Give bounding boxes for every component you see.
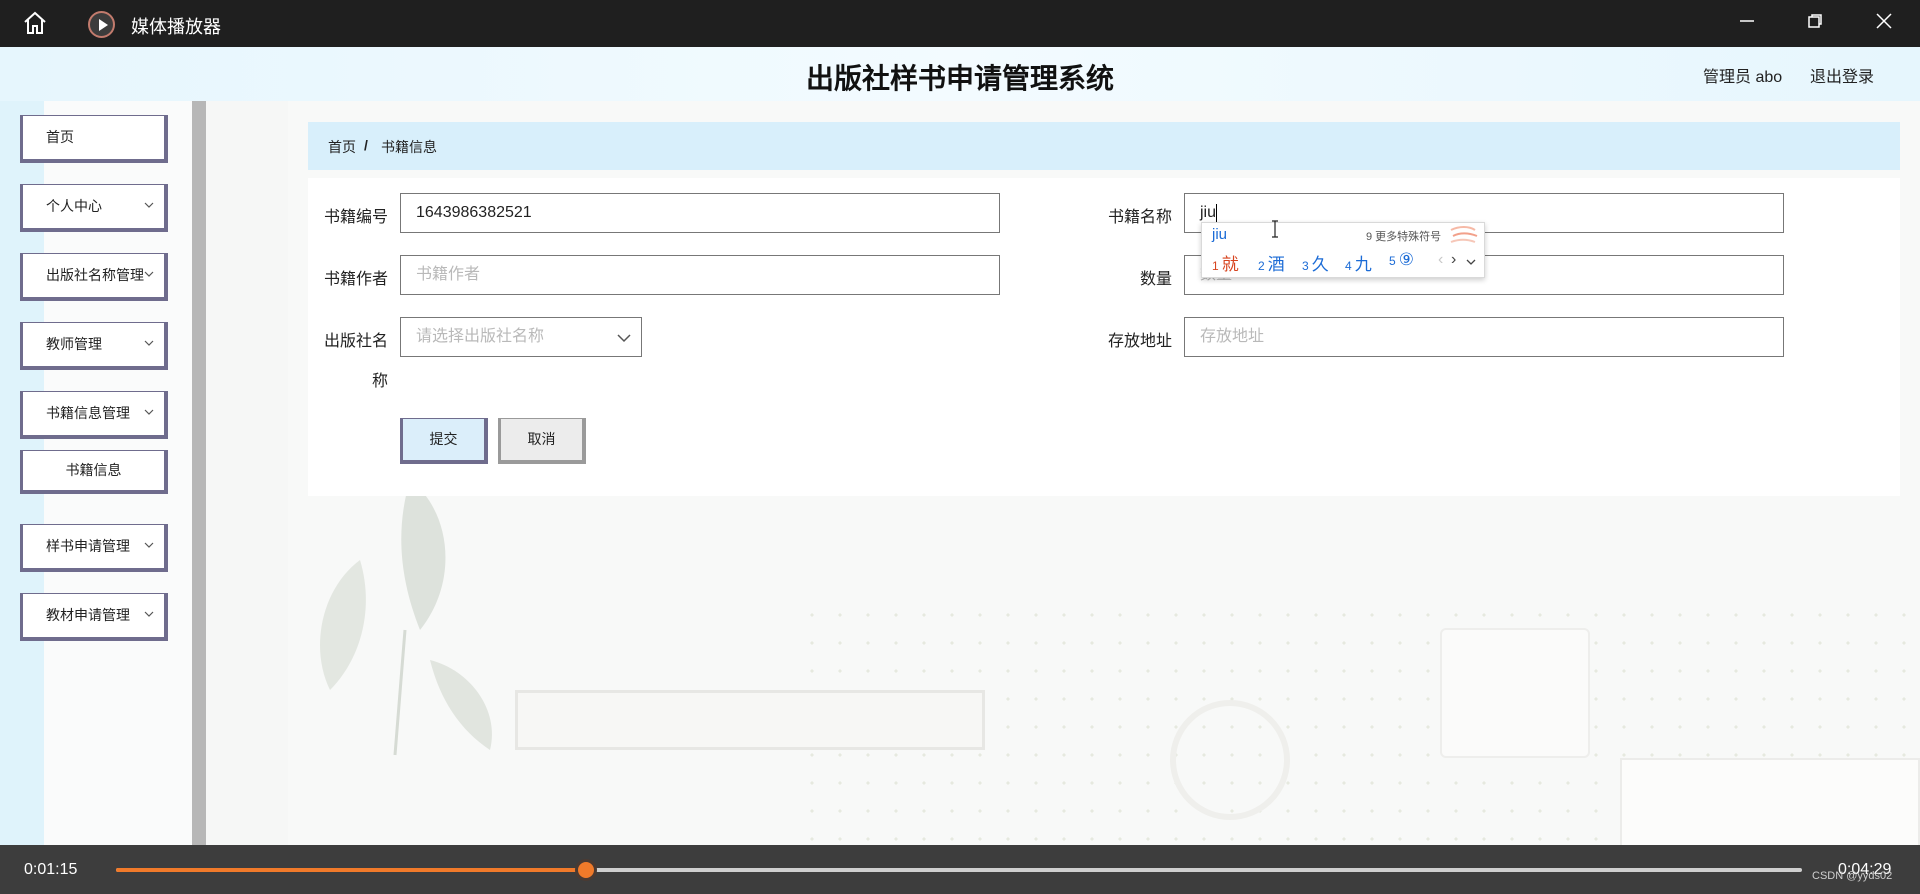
minimize-button[interactable] bbox=[1732, 8, 1762, 38]
sidebar-subitem-book-info[interactable]: 书籍信息 bbox=[20, 450, 168, 494]
seek-progress bbox=[116, 868, 587, 872]
sidebar-item-label: 教材申请管理 bbox=[46, 607, 130, 623]
ime-pinyin: jiu bbox=[1212, 226, 1228, 243]
sidebar-item-label: 出版社名称管理 bbox=[46, 267, 144, 283]
ime-skin-icon bbox=[1450, 226, 1478, 243]
ime-candidate[interactable]: 2酒 bbox=[1258, 250, 1285, 275]
sidebar-item-label: 教师管理 bbox=[46, 336, 102, 352]
close-button[interactable] bbox=[1869, 8, 1899, 38]
author-label: 书籍作者 bbox=[324, 271, 389, 288]
restore-button[interactable] bbox=[1800, 8, 1830, 38]
breadcrumb-separator: / bbox=[364, 137, 368, 153]
sidebar-item-publisher-management[interactable]: 出版社名称管理 bbox=[20, 253, 168, 301]
sidebar-item-label: 首页 bbox=[46, 129, 74, 145]
ime-candidate[interactable]: 4九 bbox=[1345, 250, 1372, 275]
seek-handle[interactable] bbox=[575, 859, 598, 881]
sidebar-item-textbook-request-management[interactable]: 教材申请管理 bbox=[20, 593, 168, 641]
chevron-down-icon bbox=[144, 542, 154, 548]
cancel-button[interactable]: 取消 bbox=[498, 418, 586, 464]
ime-expand-icon[interactable] bbox=[1466, 258, 1476, 266]
app-header: 出版社样书申请管理系统 管理员 abo 退出登录 bbox=[0, 47, 1920, 101]
publisher-select-placeholder: 请选择出版社名称 bbox=[416, 328, 545, 345]
sidebar-item-book-management[interactable]: 书籍信息管理 bbox=[20, 391, 168, 439]
admin-user: 管理员 abo bbox=[1703, 69, 1783, 86]
logout-link[interactable]: 退出登录 bbox=[1810, 63, 1874, 87]
chevron-down-icon bbox=[144, 202, 154, 208]
media-player-icon bbox=[88, 11, 115, 38]
quantity-label: 数量 bbox=[1140, 271, 1173, 288]
close-icon bbox=[1876, 13, 1892, 29]
table-decoration bbox=[515, 690, 985, 750]
minimize-icon bbox=[1740, 20, 1754, 22]
ime-candidate[interactable]: 3久 bbox=[1302, 250, 1329, 275]
chevron-down-icon bbox=[617, 334, 631, 343]
ime-next-icon[interactable]: › bbox=[1451, 251, 1456, 269]
author-input[interactable]: 书籍作者 bbox=[400, 255, 1000, 295]
publisher-select[interactable]: 请选择出版社名称 bbox=[400, 317, 642, 357]
breadcrumb-home[interactable]: 首页 bbox=[328, 137, 356, 157]
media-controls: 0:01:15 0:04:29 CSDN @yyds02 bbox=[0, 845, 1920, 894]
book-no-input[interactable]: 1643986382521 bbox=[400, 193, 1000, 233]
publisher-label-wrap: 称 bbox=[372, 373, 389, 390]
breadcrumb-current: 书籍信息 bbox=[381, 139, 437, 155]
restore-icon bbox=[1808, 14, 1822, 28]
ime-prev-icon[interactable]: ‹ bbox=[1438, 251, 1443, 269]
publisher-label: 出版社名 bbox=[324, 333, 389, 350]
chevron-down-icon bbox=[144, 271, 154, 277]
seek-bar[interactable] bbox=[116, 859, 1802, 881]
sidebar-item-sample-request-management[interactable]: 样书申请管理 bbox=[20, 524, 168, 572]
clock-decoration bbox=[1170, 700, 1290, 820]
breadcrumb: 首页 / 书籍信息 bbox=[308, 122, 1900, 170]
location-label: 存放地址 bbox=[1108, 333, 1173, 350]
sidebar-item-personal-center[interactable]: 个人中心 bbox=[20, 184, 168, 232]
chevron-down-icon bbox=[144, 409, 154, 415]
book-no-label: 书籍编号 bbox=[324, 209, 389, 226]
chevron-down-icon bbox=[144, 340, 154, 346]
sidebar-scrollbar[interactable] bbox=[192, 101, 206, 845]
text-cursor-icon bbox=[1272, 220, 1278, 238]
sidebar-item-label: 个人中心 bbox=[46, 198, 102, 214]
book-name-label: 书籍名称 bbox=[1108, 209, 1173, 226]
chevron-down-icon bbox=[144, 611, 154, 617]
sidebar-item-label: 书籍信息管理 bbox=[46, 405, 130, 421]
location-input[interactable]: 存放地址 bbox=[1184, 317, 1784, 357]
system-title: 出版社样书申请管理系统 bbox=[805, 63, 1114, 94]
vase-decoration bbox=[1440, 628, 1590, 758]
window-title: 媒体播放器 bbox=[131, 17, 221, 37]
ime-more-symbols[interactable]: 9 更多特殊符号 bbox=[1366, 228, 1441, 244]
box-decoration bbox=[1620, 758, 1920, 848]
ime-candidate[interactable]: 5⑨ bbox=[1389, 250, 1414, 270]
home-icon[interactable] bbox=[22, 11, 48, 35]
current-time: 0:01:15 bbox=[24, 861, 78, 878]
ime-candidate[interactable]: 1就 bbox=[1212, 250, 1239, 275]
submit-button[interactable]: 提交 bbox=[400, 418, 488, 464]
caret bbox=[1216, 203, 1218, 222]
watermark: CSDN @yyds02 bbox=[1812, 870, 1893, 882]
sidebar-item-label: 样书申请管理 bbox=[46, 538, 130, 554]
sidebar-item-home[interactable]: 首页 bbox=[20, 115, 168, 163]
window-titlebar: 媒体播放器 bbox=[0, 0, 1920, 47]
sidebar-item-teacher-management[interactable]: 教师管理 bbox=[20, 322, 168, 370]
ime-candidate-window: jiu 9 更多特殊符号 1就 2酒 3久 4九 5⑨ ‹ › bbox=[1201, 222, 1485, 278]
book-name-value: jiu bbox=[1200, 204, 1217, 221]
plant-decoration bbox=[320, 480, 492, 756]
